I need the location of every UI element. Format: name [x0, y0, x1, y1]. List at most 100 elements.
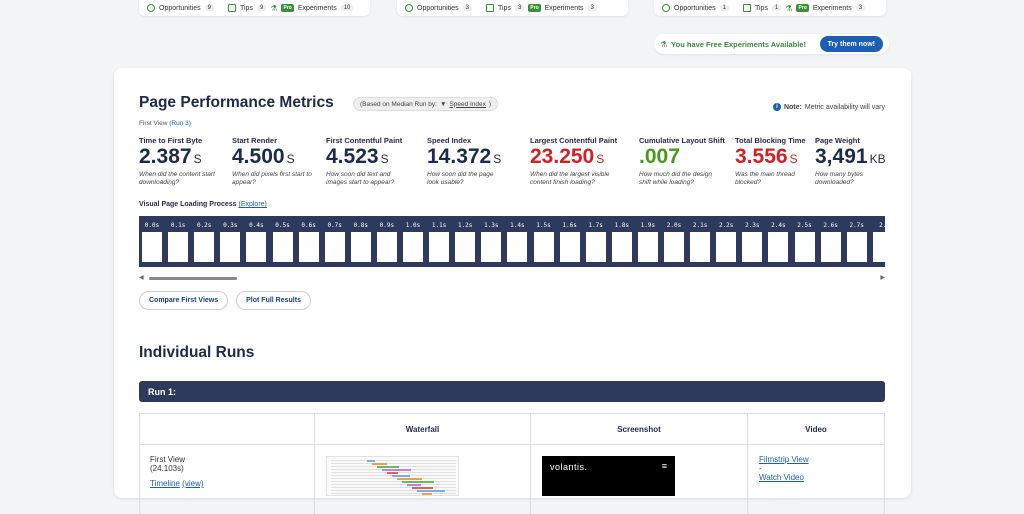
flask-icon: ⚗ [785, 3, 793, 13]
filmstrip-frame[interactable]: 0.0s [139, 216, 165, 267]
frame-thumbnail[interactable] [533, 232, 554, 262]
filmstrip-frame[interactable]: 0.8s [348, 216, 374, 267]
summary-card-3[interactable]: Opportunities 1 Tips 1 ⚗ Pro Experiments… [654, 0, 886, 16]
filmstrip-scrollbar[interactable]: ◀ ▶ [139, 274, 885, 282]
filmstrip-frame[interactable]: 0.5s [270, 216, 296, 267]
free-experiments-text: You have Free Experiments Available! [671, 39, 806, 49]
experiments-count: 3 [587, 5, 597, 11]
frame-thumbnail[interactable] [481, 232, 502, 262]
filmstrip-frame[interactable]: 0.2s [191, 216, 217, 267]
frame-thumbnail[interactable] [716, 232, 737, 262]
frame-thumbnail[interactable] [637, 232, 658, 262]
filmstrip-frame[interactable]: 2.4s [765, 216, 791, 267]
run-link[interactable]: (Run 3) [169, 120, 191, 127]
filmstrip-frame[interactable]: 1.4s [504, 216, 530, 267]
waterfall-row-line [331, 484, 456, 485]
waterfall-thumbnail[interactable] [326, 456, 459, 496]
summary-card-2[interactable]: Opportunities 3 Tips 3 Pro Experiments 3 [397, 0, 628, 16]
waterfall-row-line [331, 493, 456, 494]
filmstrip-frame[interactable]: 0.9s [374, 216, 400, 267]
video-header: Video [748, 414, 884, 445]
frame-timestamp: 0.7s [327, 222, 342, 229]
summary-card-1[interactable]: Opportunities 9 Tips 9 ⚗ Pro Experiments… [139, 0, 370, 16]
frame-thumbnail[interactable] [272, 232, 293, 262]
filmstrip-frame[interactable]: 2.3s [739, 216, 765, 267]
frame-timestamp: 2.2s [718, 222, 734, 229]
top-summary-cards: Opportunities 9 Tips 9 ⚗ Pro Experiments… [0, 0, 1024, 18]
filmstrip[interactable]: 0.0s 0.1s 0.2s 0.3s 0.4s 0.5s 0.6s 0.7s 0.8s 0.9s… [139, 216, 885, 267]
waterfall-bar [407, 484, 421, 486]
filmstrip-view-link[interactable]: Filmstrip View [759, 455, 809, 464]
tips-icon [742, 4, 751, 12]
frame-thumbnail[interactable] [872, 232, 885, 262]
frame-thumbnail[interactable] [403, 232, 423, 262]
metric-cls: Cumulative Layout Shift .007 How much di… [639, 136, 725, 186]
filmstrip-frame[interactable]: 0.1s [165, 216, 191, 267]
frame-thumbnail[interactable] [429, 232, 450, 262]
frame-thumbnail[interactable] [298, 232, 319, 262]
frame-timestamp: 1.6s [562, 222, 577, 229]
frame-thumbnail[interactable] [142, 232, 162, 262]
filmstrip-frame[interactable]: 1.6s [557, 216, 583, 267]
frame-thumbnail[interactable] [507, 232, 528, 262]
filmstrip-frame[interactable]: 0.7s [322, 216, 348, 267]
timeline-view-link[interactable]: (view) [182, 479, 203, 488]
frame-thumbnail[interactable] [168, 232, 189, 262]
median-metric[interactable]: Speed Index [449, 101, 486, 108]
filmstrip-frame[interactable]: 1.2s [452, 216, 478, 267]
filmstrip-frame[interactable]: 2. [870, 216, 885, 267]
filmstrip-frame[interactable]: 2.6s [818, 216, 844, 267]
frame-timestamp: 2.4s [771, 222, 786, 229]
frame-thumbnail[interactable] [559, 232, 580, 262]
try-them-now-button[interactable]: Try them now! [819, 36, 883, 52]
timeline-link[interactable]: Timeline [150, 479, 180, 488]
frame-timestamp: 2.5s [797, 222, 812, 229]
frame-thumbnail[interactable] [690, 232, 711, 262]
individual-runs-title: Individual Runs [139, 344, 255, 361]
frame-thumbnail[interactable] [820, 232, 841, 262]
filmstrip-frame[interactable]: 0.4s [243, 216, 269, 267]
frame-thumbnail[interactable] [794, 232, 815, 262]
filmstrip-frame[interactable]: 2.5s [792, 216, 818, 267]
frame-thumbnail[interactable] [324, 232, 345, 262]
frame-thumbnail[interactable] [846, 232, 867, 262]
filmstrip-frame[interactable]: 1.0s [400, 216, 426, 267]
plot-full-results-button[interactable]: Plot Full Results [236, 291, 311, 310]
filmstrip-frame[interactable]: 1.1s [426, 216, 452, 267]
filmstrip-frame[interactable]: 1.3s [478, 216, 504, 267]
filmstrip-frame[interactable]: 1.8s [609, 216, 635, 267]
filmstrip-frame[interactable]: 0.6s [296, 216, 322, 267]
filmstrip-frame[interactable]: 2.2s [713, 216, 739, 267]
filmstrip-frame[interactable]: 1.5s [531, 216, 557, 267]
filmstrip-frame[interactable]: 2.0s [661, 216, 687, 267]
filmstrip-frame[interactable]: 0.3s [217, 216, 243, 267]
explore-link[interactable]: (Explore) [238, 201, 266, 208]
median-run-selector[interactable]: (Based on Median Run by: ▼ Speed Index ) [353, 97, 499, 111]
frame-thumbnail[interactable] [742, 232, 763, 262]
frame-thumbnail[interactable] [194, 232, 215, 262]
frame-thumbnail[interactable] [768, 232, 789, 262]
scroll-right-icon[interactable]: ▶ [880, 274, 885, 281]
frame-thumbnail[interactable] [350, 232, 371, 262]
experiments-label: Experiments [544, 4, 584, 12]
scroll-left-icon[interactable]: ◀ [139, 274, 144, 281]
watch-video-link[interactable]: Watch Video [759, 473, 809, 482]
frame-thumbnail[interactable] [376, 232, 397, 262]
filmstrip-frame[interactable]: 2.1s [687, 216, 713, 267]
filmstrip-frame[interactable]: 1.7s [583, 216, 609, 267]
frame-thumbnail[interactable] [246, 232, 267, 262]
compare-first-views-button[interactable]: Compare First Views [139, 291, 229, 310]
tips-count: 1 [771, 5, 782, 11]
col-video: Video Filmstrip View - Watch Video [747, 414, 885, 514]
frame-timestamp: 0.8s [353, 222, 369, 229]
frame-thumbnail[interactable] [455, 232, 476, 262]
frame-thumbnail[interactable] [611, 232, 632, 262]
frame-thumbnail[interactable] [664, 232, 684, 262]
tips-count: 9 [256, 5, 267, 11]
scroll-thumb[interactable] [149, 277, 237, 280]
frame-thumbnail[interactable] [220, 232, 241, 262]
screenshot-thumbnail[interactable]: volantis. ≡ [542, 456, 675, 496]
filmstrip-frame[interactable]: 1.9s [635, 216, 661, 267]
filmstrip-frame[interactable]: 2.7s [844, 216, 870, 267]
frame-thumbnail[interactable] [585, 232, 606, 262]
